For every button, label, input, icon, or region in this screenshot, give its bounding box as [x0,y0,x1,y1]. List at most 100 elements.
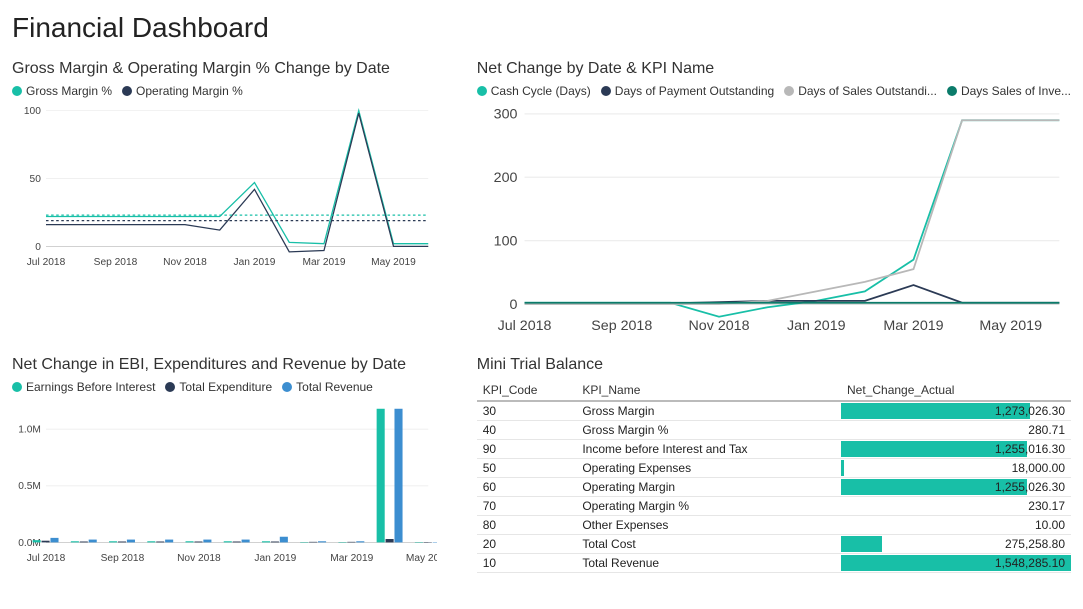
cell-kpi-name: Operating Expenses [576,458,841,477]
legend-item[interactable]: Days Sales of Inve... [947,84,1071,98]
svg-text:Jul 2018: Jul 2018 [27,553,66,564]
table-row[interactable]: 40Gross Margin %280.71 [477,420,1071,439]
chart-title: Gross Margin & Operating Margin % Change… [12,60,437,78]
svg-text:May 2019: May 2019 [979,318,1042,334]
cell-kpi-name: Other Expenses [576,515,841,534]
ebi-exp-rev-chart[interactable]: 0.0M0.5M1.0MJul 2018Sep 2018Nov 2018Jan … [12,398,437,568]
legend-marker-icon [12,382,22,392]
svg-text:300: 300 [493,107,517,123]
legend-marker-icon [165,382,175,392]
table-row[interactable]: 10Total Revenue1,548,285.10 [477,553,1071,572]
cell-net-change: 1,255,026.30 [841,477,1071,496]
legend-label: Days Sales of Inve... [961,84,1071,98]
legend-marker-icon [947,86,957,96]
svg-text:Nov 2018: Nov 2018 [688,318,749,334]
legend-label: Earnings Before Interest [26,380,155,394]
table-row[interactable]: 20Total Cost275,258.80 [477,534,1071,553]
legend-label: Total Expenditure [179,380,272,394]
svg-text:50: 50 [30,174,42,185]
table-row[interactable]: 70Operating Margin %230.17 [477,496,1071,515]
legend-item[interactable]: Gross Margin % [12,84,112,98]
svg-text:Jul 2018: Jul 2018 [497,318,551,334]
cell-net-change: 280.71 [841,420,1071,439]
table-row[interactable]: 60Operating Margin1,255,026.30 [477,477,1071,496]
legend: Gross Margin % Operating Margin % [12,84,437,98]
legend-label: Days of Sales Outstandi... [798,84,937,98]
legend-label: Cash Cycle (Days) [491,84,591,98]
cell-kpi-code: 40 [477,420,577,439]
legend-marker-icon [784,86,794,96]
cell-net-change: 1,548,285.10 [841,553,1071,572]
svg-text:Mar 2019: Mar 2019 [302,257,345,268]
cell-kpi-name: Total Cost [576,534,841,553]
legend: Cash Cycle (Days) Days of Payment Outstan… [477,84,1071,98]
table-row[interactable]: 30Gross Margin1,273,026.30 [477,401,1071,421]
svg-text:Jan 2019: Jan 2019 [254,553,296,564]
gross-margin-panel: Gross Margin & Operating Margin % Change… [12,60,437,340]
trial-balance-panel: Mini Trial Balance KPI_Code KPI_Name Net… [477,356,1071,573]
cell-net-change: 275,258.80 [841,534,1071,553]
cell-kpi-code: 60 [477,477,577,496]
svg-text:0: 0 [509,297,517,313]
cell-kpi-code: 80 [477,515,577,534]
col-kpi-name[interactable]: KPI_Name [576,380,841,401]
cell-net-change: 1,273,026.30 [841,401,1071,421]
legend-marker-icon [122,86,132,96]
svg-text:Jan 2019: Jan 2019 [787,318,846,334]
cell-kpi-code: 10 [477,553,577,572]
svg-text:Nov 2018: Nov 2018 [177,553,221,564]
col-kpi-code[interactable]: KPI_Code [477,380,577,401]
legend-item[interactable]: Days of Payment Outstanding [601,84,774,98]
page-title: Financial Dashboard [12,12,1071,44]
legend-item[interactable]: Earnings Before Interest [12,380,155,394]
legend-item[interactable]: Total Expenditure [165,380,272,394]
legend-item[interactable]: Operating Margin % [122,84,243,98]
svg-text:May 2019: May 2019 [371,257,416,268]
dashboard-grid: Gross Margin & Operating Margin % Change… [12,60,1071,573]
legend-item[interactable]: Cash Cycle (Days) [477,84,591,98]
chart-title: Net Change in EBI, Expenditures and Reve… [12,356,437,374]
svg-text:Jan 2019: Jan 2019 [234,257,276,268]
cell-kpi-name: Operating Margin % [576,496,841,515]
svg-text:0: 0 [35,242,41,253]
legend-item[interactable]: Days of Sales Outstandi... [784,84,937,98]
svg-text:Nov 2018: Nov 2018 [163,257,207,268]
legend: Earnings Before Interest Total Expenditur… [12,380,437,394]
svg-text:1.0M: 1.0M [18,424,41,435]
svg-text:100: 100 [24,106,41,117]
table-row[interactable]: 80Other Expenses10.00 [477,515,1071,534]
legend-marker-icon [12,86,22,96]
cell-kpi-code: 70 [477,496,577,515]
cell-net-change: 18,000.00 [841,458,1071,477]
net-change-kpi-chart[interactable]: 0 100 200 300 Jul 2018 Sep 2018 Nov 2018 Jan 20… [477,102,1071,340]
cell-kpi-name: Gross Margin [576,401,841,421]
chart-title: Mini Trial Balance [477,356,1071,374]
gross-margin-chart[interactable]: 0 50 100 Jul 2018 Sep 2018 Nov 2018 Jan 2019 Ma… [12,102,437,272]
svg-text:200: 200 [493,170,517,186]
svg-text:Sep 2018: Sep 2018 [591,318,652,334]
svg-text:May 2019: May 2019 [406,553,437,564]
cell-kpi-name: Operating Margin [576,477,841,496]
legend-marker-icon [282,382,292,392]
cell-kpi-code: 50 [477,458,577,477]
cell-kpi-name: Total Revenue [576,553,841,572]
legend-label: Gross Margin % [26,84,112,98]
legend-label: Days of Payment Outstanding [615,84,774,98]
cell-net-change: 10.00 [841,515,1071,534]
svg-text:Jul 2018: Jul 2018 [27,257,66,268]
legend-item[interactable]: Total Revenue [282,380,373,394]
cell-kpi-name: Income before Interest and Tax [576,439,841,458]
legend-marker-icon [477,86,487,96]
svg-text:0.5M: 0.5M [18,481,41,492]
svg-text:Sep 2018: Sep 2018 [94,257,138,268]
svg-text:100: 100 [493,233,517,249]
chart-title: Net Change by Date & KPI Name [477,60,1071,78]
table-row[interactable]: 50Operating Expenses18,000.00 [477,458,1071,477]
cell-kpi-name: Gross Margin % [576,420,841,439]
col-net-change[interactable]: Net_Change_Actual [841,380,1071,401]
table-row[interactable]: 90Income before Interest and Tax1,255,01… [477,439,1071,458]
net-change-kpi-panel: Net Change by Date & KPI Name Cash Cycle… [477,60,1071,340]
cell-net-change: 230.17 [841,496,1071,515]
trial-balance-table[interactable]: KPI_Code KPI_Name Net_Change_Actual 30Gr… [477,380,1071,573]
svg-text:Mar 2019: Mar 2019 [883,318,943,334]
